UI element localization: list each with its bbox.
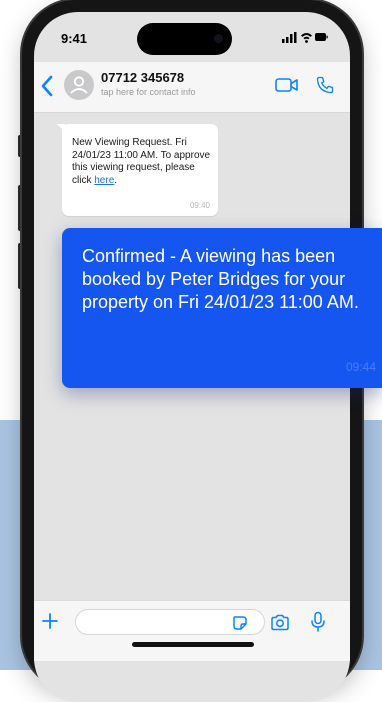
avatar[interactable] xyxy=(64,70,94,100)
message-input-bar xyxy=(34,600,350,661)
approve-link[interactable]: here xyxy=(94,175,114,186)
plus-icon[interactable] xyxy=(40,611,60,631)
status-time: 9:41 xyxy=(61,31,88,46)
status-icons xyxy=(282,32,328,43)
home-indicator xyxy=(132,642,254,647)
incoming-message-bubble: New Viewing Request. Fri 24/01/23 11:00 … xyxy=(57,124,218,216)
camera-icon[interactable] xyxy=(270,614,290,631)
microphone-icon[interactable] xyxy=(310,611,326,633)
dynamic-island xyxy=(137,23,232,55)
confirmation-card: Confirmed - A viewing has been booked by… xyxy=(62,228,382,388)
confirmation-time: 09:44 xyxy=(345,360,376,374)
battery-icon xyxy=(315,33,328,41)
incoming-message-text: New Viewing Request. Fri 24/01/23 11:00 … xyxy=(72,137,217,187)
chevron-left-icon[interactable] xyxy=(40,75,54,97)
incoming-message-time: 09:40 xyxy=(189,201,210,210)
video-call-icon[interactable] xyxy=(275,77,299,93)
sticker-icon[interactable] xyxy=(232,615,248,631)
signal-icon xyxy=(282,32,297,43)
confirmation-text: Confirmed - A viewing has been booked by… xyxy=(82,246,359,312)
camera-lens xyxy=(214,34,223,43)
message-end: . xyxy=(114,174,118,186)
wifi-icon xyxy=(301,33,312,43)
contact-subtitle[interactable]: tap here for contact info xyxy=(101,87,196,97)
phone-call-icon[interactable] xyxy=(315,75,335,95)
message-body: New Viewing Request. Fri 24/01/23 11:00 … xyxy=(72,137,211,186)
chat-header: 07712 345678 tap here for contact info xyxy=(34,62,350,113)
contact-name[interactable]: 07712 345678 xyxy=(101,70,184,85)
avatar-person-icon xyxy=(70,76,88,94)
bubble-tail xyxy=(57,124,65,132)
